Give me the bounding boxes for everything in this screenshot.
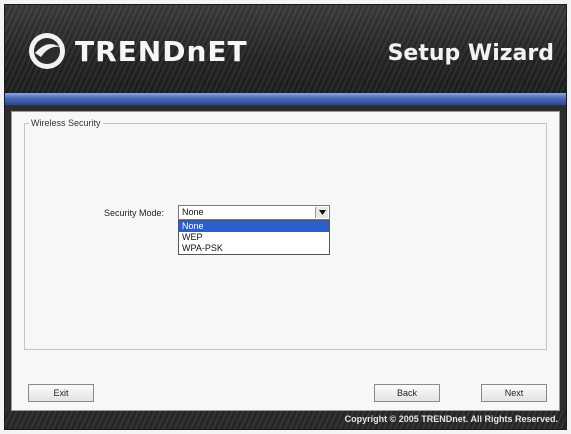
wizard-title: Setup Wizard bbox=[387, 41, 554, 66]
security-mode-label: Security Mode: bbox=[104, 208, 165, 218]
security-mode-value: None bbox=[182, 207, 204, 217]
copyright-text: Copyright © 2005 TRENDnet. All Rights Re… bbox=[344, 414, 558, 424]
accent-bar bbox=[5, 93, 566, 106]
option-wep[interactable]: WEP bbox=[179, 232, 329, 243]
back-button[interactable]: Back bbox=[374, 384, 440, 402]
content-panel: Wireless Security Security Mode: None No… bbox=[11, 111, 560, 411]
next-button[interactable]: Next bbox=[481, 384, 547, 402]
trendnet-globe-icon bbox=[29, 33, 65, 69]
dropdown-arrow-icon[interactable] bbox=[315, 207, 328, 218]
wizard-window: TRENDnET Setup Wizard Wireless Security … bbox=[4, 4, 567, 430]
footer-bar: Copyright © 2005 TRENDnet. All Rights Re… bbox=[5, 411, 566, 429]
exit-button[interactable]: Exit bbox=[28, 384, 94, 402]
brand-name: TRENDnET bbox=[75, 34, 248, 68]
security-mode-select[interactable]: None bbox=[178, 205, 330, 220]
security-mode-options: None WEP WPA-PSK bbox=[178, 220, 330, 255]
group-title: Wireless Security bbox=[31, 118, 101, 128]
option-none[interactable]: None bbox=[179, 221, 329, 232]
brand-logo: TRENDnET bbox=[27, 31, 248, 71]
header-banner: TRENDnET Setup Wizard bbox=[5, 5, 566, 93]
option-wpa-psk[interactable]: WPA-PSK bbox=[179, 243, 329, 254]
